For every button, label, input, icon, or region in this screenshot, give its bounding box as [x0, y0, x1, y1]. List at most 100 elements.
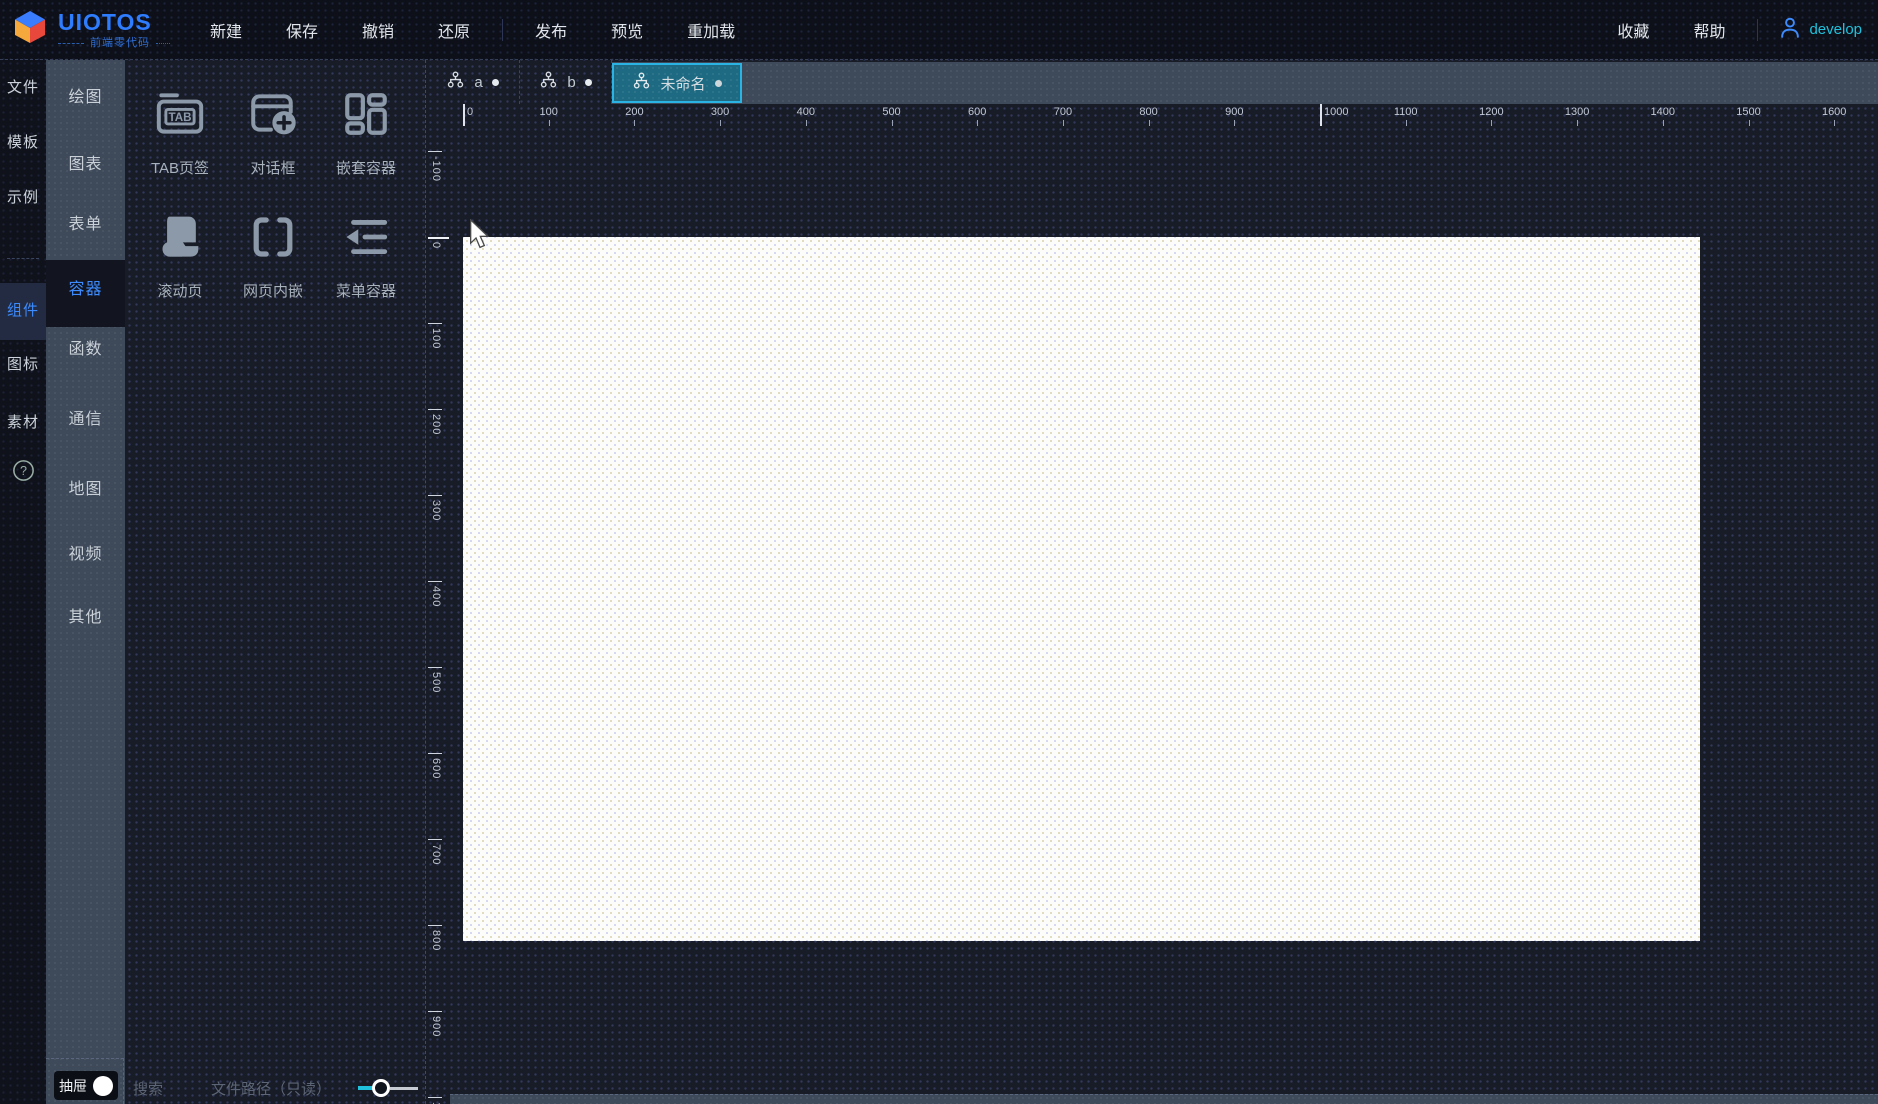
- nested-container-icon: [340, 85, 392, 143]
- component-web-embed[interactable]: 网页内嵌: [227, 208, 319, 323]
- bottom-drawer-edge: [450, 1094, 1878, 1104]
- ruler-number: 100: [540, 106, 558, 118]
- category-item-9[interactable]: 其他: [46, 598, 125, 638]
- ruler-number: -100: [430, 156, 442, 182]
- category-item-3[interactable]: 表单: [46, 205, 125, 245]
- sidebar-item-4[interactable]: 组件: [0, 294, 46, 328]
- ruler-tick: [1149, 120, 1150, 126]
- ruler-tick-major: [1320, 104, 1322, 126]
- category-item-5[interactable]: 函数: [46, 330, 125, 370]
- page-tab-a[interactable]: a: [426, 60, 520, 104]
- app-logo: UIOTOS 前端零代码: [0, 9, 170, 50]
- topbar-menu-right: 收藏帮助: [1595, 12, 1747, 48]
- ruler-number: 0: [430, 242, 442, 249]
- sidebar-item-3[interactable]: 示例: [0, 181, 46, 215]
- tabstrip-background: 未命名: [612, 62, 1878, 104]
- ruler-tick: [428, 839, 442, 840]
- ruler-number: 800: [1139, 106, 1157, 118]
- user-icon: [1778, 15, 1802, 44]
- sitemap-icon: [632, 72, 651, 94]
- component-label: 滚动页: [157, 280, 202, 301]
- zoom-slider-knob[interactable]: [372, 1079, 390, 1097]
- component-panel: TABTAB页签 对话框 嵌套容器 滚动页 网页内嵌 菜单容器: [125, 60, 426, 1104]
- ruler-tick: [428, 1097, 442, 1098]
- file-path-label: 文件路径（只读）: [211, 1078, 331, 1099]
- topbar: UIOTOS 前端零代码 新建保存撤销还原 发布预览重加载 收藏帮助: [0, 0, 1878, 60]
- category-item-2[interactable]: 图表: [46, 145, 125, 185]
- ruler-tick: [1577, 120, 1578, 126]
- sidebar-item-5[interactable]: 图标: [0, 348, 46, 382]
- ruler-tick: [1234, 120, 1235, 126]
- svg-text:?: ?: [20, 464, 27, 478]
- tagline-dash-right: [156, 43, 170, 44]
- ruler-tick: [428, 667, 442, 668]
- topbar-menu-item[interactable]: 新建: [188, 12, 264, 48]
- ruler-tick: [720, 120, 721, 126]
- page-tab-b[interactable]: b: [520, 60, 612, 104]
- logo-title: UIOTOS: [58, 11, 170, 34]
- topbar-menu-item[interactable]: 保存: [264, 12, 340, 48]
- drawer-toggle-knob[interactable]: [93, 1076, 113, 1096]
- scroll-page-icon: [155, 208, 205, 266]
- component-label: 网页内嵌: [243, 280, 303, 301]
- ruler-number: 0: [467, 106, 473, 118]
- ruler-tick: [428, 581, 442, 582]
- page-tab-未命名[interactable]: 未命名: [612, 63, 742, 103]
- sidebar-item-1[interactable]: 文件: [0, 71, 46, 105]
- component-label: TAB页签: [151, 157, 209, 178]
- zoom-slider[interactable]: [358, 1079, 420, 1097]
- ruler-tick: [977, 120, 978, 126]
- ruler-number: 400: [797, 106, 815, 118]
- component-label: 嵌套容器: [336, 157, 396, 178]
- search-button[interactable]: 搜索: [133, 1078, 163, 1099]
- topbar-menu-left: 新建保存撤销还原: [188, 12, 492, 48]
- topbar-divider: [502, 19, 503, 41]
- secondary-sidebar: 绘图图表表单容器函数通信地图视频其他: [46, 60, 125, 1104]
- category-item-4[interactable]: 容器: [46, 270, 125, 310]
- sidebar-item-2[interactable]: 模板: [0, 126, 46, 160]
- category-item-7[interactable]: 地图: [46, 470, 125, 510]
- design-canvas[interactable]: [463, 237, 1700, 941]
- ruler-tick: [1749, 120, 1750, 126]
- user-account[interactable]: develop: [1778, 15, 1862, 44]
- page-tab-label: a: [474, 74, 482, 91]
- page-tab-label: 未命名: [660, 73, 705, 94]
- component-label: 菜单容器: [336, 280, 396, 301]
- ruler-number: 100: [430, 328, 442, 349]
- component-scroll-page[interactable]: 滚动页: [134, 208, 226, 323]
- drawer-label: 抽屉: [59, 1076, 87, 1096]
- ruler-number: 400: [430, 586, 442, 607]
- topbar-menu-item[interactable]: 收藏: [1595, 12, 1671, 48]
- component-tab-page[interactable]: TABTAB页签: [134, 85, 226, 200]
- topbar-menu-mid: 发布预览重加载: [513, 12, 757, 48]
- ruler-tick: [1406, 120, 1407, 126]
- horizontal-ruler: 0100200300400500600700800900100011001200…: [426, 104, 1878, 126]
- ruler-number: 1400: [1651, 106, 1675, 118]
- ruler-number: 200: [430, 414, 442, 435]
- topbar-menu-item[interactable]: 撤销: [340, 12, 416, 48]
- category-item-8[interactable]: 视频: [46, 535, 125, 575]
- ruler-number: 200: [625, 106, 643, 118]
- ruler-number: 300: [430, 500, 442, 521]
- drawer-toggle[interactable]: 抽屉: [54, 1071, 118, 1100]
- topbar-menu-item[interactable]: 还原: [416, 12, 492, 48]
- sidebar-item-6[interactable]: 素材: [0, 406, 46, 440]
- ruler-tick: [428, 323, 442, 324]
- component-dialog[interactable]: 对话框: [227, 85, 319, 200]
- help-icon[interactable]: ?: [12, 459, 35, 482]
- topbar-menu-item[interactable]: 发布: [513, 12, 589, 48]
- unsaved-dot: [585, 79, 592, 86]
- ruler-tick: [428, 495, 442, 496]
- ruler-tick: [428, 409, 442, 410]
- topbar-menu-item[interactable]: 帮助: [1671, 12, 1747, 48]
- sitemap-icon: [539, 71, 558, 93]
- category-item-6[interactable]: 通信: [46, 400, 125, 440]
- ruler-tick: [428, 1011, 442, 1012]
- component-label: 对话框: [250, 157, 295, 178]
- ruler-number: 500: [882, 106, 900, 118]
- component-nested-container[interactable]: 嵌套容器: [320, 85, 412, 200]
- component-menu-container[interactable]: 菜单容器: [320, 208, 412, 323]
- topbar-menu-item[interactable]: 预览: [589, 12, 665, 48]
- category-item-1[interactable]: 绘图: [46, 78, 125, 118]
- topbar-menu-item[interactable]: 重加载: [665, 12, 757, 48]
